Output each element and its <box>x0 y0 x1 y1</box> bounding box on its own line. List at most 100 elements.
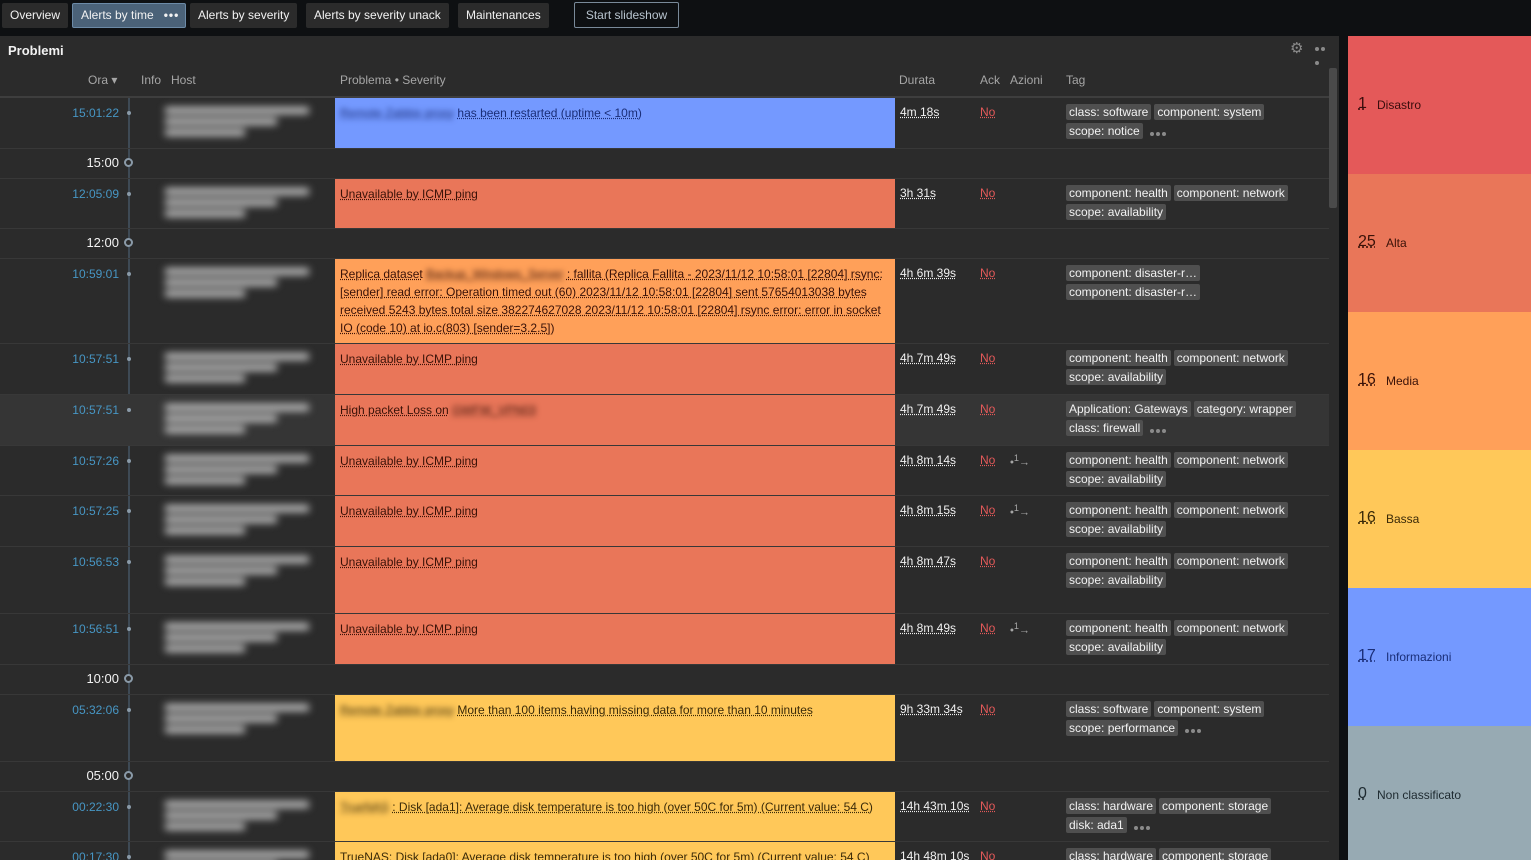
problem-time[interactable]: 10:57:51 <box>72 403 119 417</box>
problem-row[interactable]: 00:17:30 TrueNAS: Disk [ada0]: Average di… <box>0 842 1329 860</box>
tag[interactable]: scope: availability <box>1066 521 1167 537</box>
problem-duration[interactable]: 14h 48m 10s <box>900 849 969 860</box>
tag[interactable]: scope: availability <box>1066 369 1167 385</box>
severity-count[interactable]: 25 <box>1358 233 1376 251</box>
ack-status[interactable]: No <box>980 799 995 813</box>
host-name-blurred[interactable] <box>165 619 325 659</box>
tag[interactable]: disk: ada1 <box>1066 817 1127 833</box>
problem-text[interactable]: Unavailable by ICMP ping <box>340 622 478 636</box>
ack-status[interactable]: No <box>980 554 995 568</box>
ack-status[interactable]: No <box>980 266 995 280</box>
tag[interactable]: component: storage <box>1159 798 1272 814</box>
tag[interactable]: class: hardware <box>1066 798 1157 814</box>
problem-text[interactable]: Unavailable by ICMP ping <box>340 454 478 468</box>
problem-row[interactable]: 15:01:22 Remote Zabbix proxy has been res… <box>0 98 1329 149</box>
ack-status[interactable]: No <box>980 702 995 716</box>
tag[interactable]: component: storage <box>1159 848 1272 860</box>
host-name-blurred[interactable] <box>165 552 325 592</box>
tab-maintenances[interactable]: Maintenances <box>458 3 549 28</box>
problem-cell[interactable]: TrueNAS : Disk [ada1]: Average disk temp… <box>335 792 895 841</box>
severity-block-bassa[interactable]: 16 Bassa <box>1348 450 1531 588</box>
problem-time[interactable]: 10:57:25 <box>72 504 119 518</box>
tag[interactable]: category: wrapper <box>1193 401 1296 417</box>
host-name-blurred[interactable] <box>165 451 325 491</box>
problem-text[interactable]: High packet Loss on <box>340 403 449 417</box>
tag[interactable]: component: disaster-r… <box>1066 284 1201 300</box>
problem-cell[interactable]: Remote Zabbix proxy has been restarted (… <box>335 98 895 148</box>
problem-duration[interactable]: 4h 7m 49s <box>900 351 956 365</box>
problem-row[interactable]: 00:22:30 TrueNAS : Disk [ada1]: Average d… <box>0 792 1329 842</box>
problem-duration[interactable]: 4h 8m 15s <box>900 503 956 517</box>
problem-cell[interactable]: TrueNAS: Disk [ada0]: Average disk tempe… <box>335 842 895 860</box>
host-name-blurred[interactable] <box>165 103 325 143</box>
ack-status[interactable]: No <box>980 621 995 635</box>
problem-duration[interactable]: 14h 43m 10s <box>900 799 969 813</box>
tag[interactable]: component: health <box>1066 553 1171 569</box>
problem-duration[interactable]: 9h 33m 34s <box>900 702 963 716</box>
problem-row[interactable]: 10:57:25 Unavailable by ICMP ping 4h 8m 15… <box>0 496 1329 547</box>
severity-count[interactable]: 16 <box>1358 371 1376 389</box>
problem-duration[interactable]: 4h 8m 14s <box>900 453 956 467</box>
problem-row[interactable]: 10:57:51 Unavailable by ICMP ping 4h 7m 49… <box>0 344 1329 395</box>
ack-status[interactable]: No <box>980 453 995 467</box>
problem-text[interactable]: More than 100 items having missing data … <box>457 703 813 717</box>
problem-duration[interactable]: 3h 31s <box>900 186 936 200</box>
severity-count[interactable]: 0 <box>1358 785 1367 803</box>
problem-row[interactable]: 10:56:51 Unavailable by ICMP ping 4h 8m 49… <box>0 614 1329 665</box>
tab-overview[interactable]: Overview <box>2 3 69 28</box>
problem-cell[interactable]: Unavailable by ICMP ping <box>335 496 895 546</box>
host-name-blurred[interactable] <box>165 700 325 740</box>
problem-text[interactable]: TrueNAS: Disk [ada0]: Average disk tempe… <box>340 850 870 860</box>
tag[interactable]: component: health <box>1066 185 1171 201</box>
tag[interactable]: Application: Gateways <box>1066 401 1191 417</box>
tab-alerts-by-severity[interactable]: Alerts by severity <box>190 3 298 28</box>
tag[interactable]: class: firewall <box>1066 420 1144 436</box>
problem-cell[interactable]: Unavailable by ICMP ping <box>335 614 895 664</box>
problem-row[interactable]: 10:57:51 High packet Loss on GWFW_VPN03 4h… <box>0 395 1329 446</box>
problem-duration[interactable]: 4m 18s <box>900 105 939 119</box>
tag[interactable]: component: health <box>1066 620 1171 636</box>
column-header-time[interactable]: Ora ▾ <box>88 73 117 87</box>
host-name-blurred[interactable] <box>165 349 325 389</box>
tag[interactable]: component: network <box>1173 452 1288 468</box>
tab-alerts-by-severity-unack[interactable]: Alerts by severity unack <box>306 3 449 28</box>
host-name-blurred[interactable] <box>165 184 325 224</box>
problem-cell[interactable]: Replica dataset Backup_Windows_Server : … <box>335 259 895 343</box>
tag[interactable]: class: software <box>1066 104 1152 120</box>
tag[interactable]: component: network <box>1173 350 1288 366</box>
tag[interactable]: scope: availability <box>1066 572 1167 588</box>
tag[interactable]: component: health <box>1066 350 1171 366</box>
tag[interactable]: component: health <box>1066 452 1171 468</box>
more-tags-icon[interactable] <box>1149 125 1168 139</box>
tag[interactable]: component: health <box>1066 502 1171 518</box>
problem-time[interactable]: 10:59:01 <box>72 267 119 281</box>
action-icon[interactable]: •1→ <box>1010 453 1030 469</box>
problem-time[interactable]: 10:56:53 <box>72 555 119 569</box>
problem-text[interactable]: Unavailable by ICMP ping <box>340 187 478 201</box>
tag[interactable]: component: network <box>1173 620 1288 636</box>
host-name-blurred[interactable] <box>165 501 325 541</box>
problem-row[interactable]: 05:32:06 Remote Zabbix proxy More than 10… <box>0 695 1329 762</box>
severity-count[interactable]: 17 <box>1358 647 1376 665</box>
severity-block-disastro[interactable]: 1 Disastro <box>1348 36 1531 174</box>
problem-text[interactable]: Unavailable by ICMP ping <box>340 352 478 366</box>
host-name-blurred[interactable] <box>165 400 325 440</box>
problem-cell[interactable]: High packet Loss on GWFW_VPN03 <box>335 395 895 445</box>
severity-count[interactable]: 1 <box>1358 95 1367 113</box>
more-tags-icon[interactable] <box>1150 422 1168 436</box>
problem-time[interactable]: 10:57:26 <box>72 454 119 468</box>
tab-alerts-by-time[interactable]: Alerts by time ••• <box>72 3 186 28</box>
start-slideshow-button[interactable]: Start slideshow <box>574 2 679 28</box>
severity-block-informazioni[interactable]: 17 Informazioni <box>1348 588 1531 726</box>
problem-cell[interactable]: Remote Zabbix proxy More than 100 items … <box>335 695 895 761</box>
problem-time[interactable]: 00:17:30 <box>72 850 119 860</box>
tag[interactable]: scope: notice <box>1066 123 1143 139</box>
tag[interactable]: class: hardware <box>1066 848 1157 860</box>
tag[interactable]: component: disaster-r… <box>1066 265 1201 281</box>
tab-more-icon[interactable]: ••• <box>164 4 180 27</box>
problem-time[interactable]: 10:57:51 <box>72 352 119 366</box>
ack-status[interactable]: No <box>980 849 995 860</box>
problem-time[interactable]: 00:22:30 <box>72 800 119 814</box>
more-tags-icon[interactable] <box>1185 722 1203 736</box>
ack-status[interactable]: No <box>980 503 995 517</box>
